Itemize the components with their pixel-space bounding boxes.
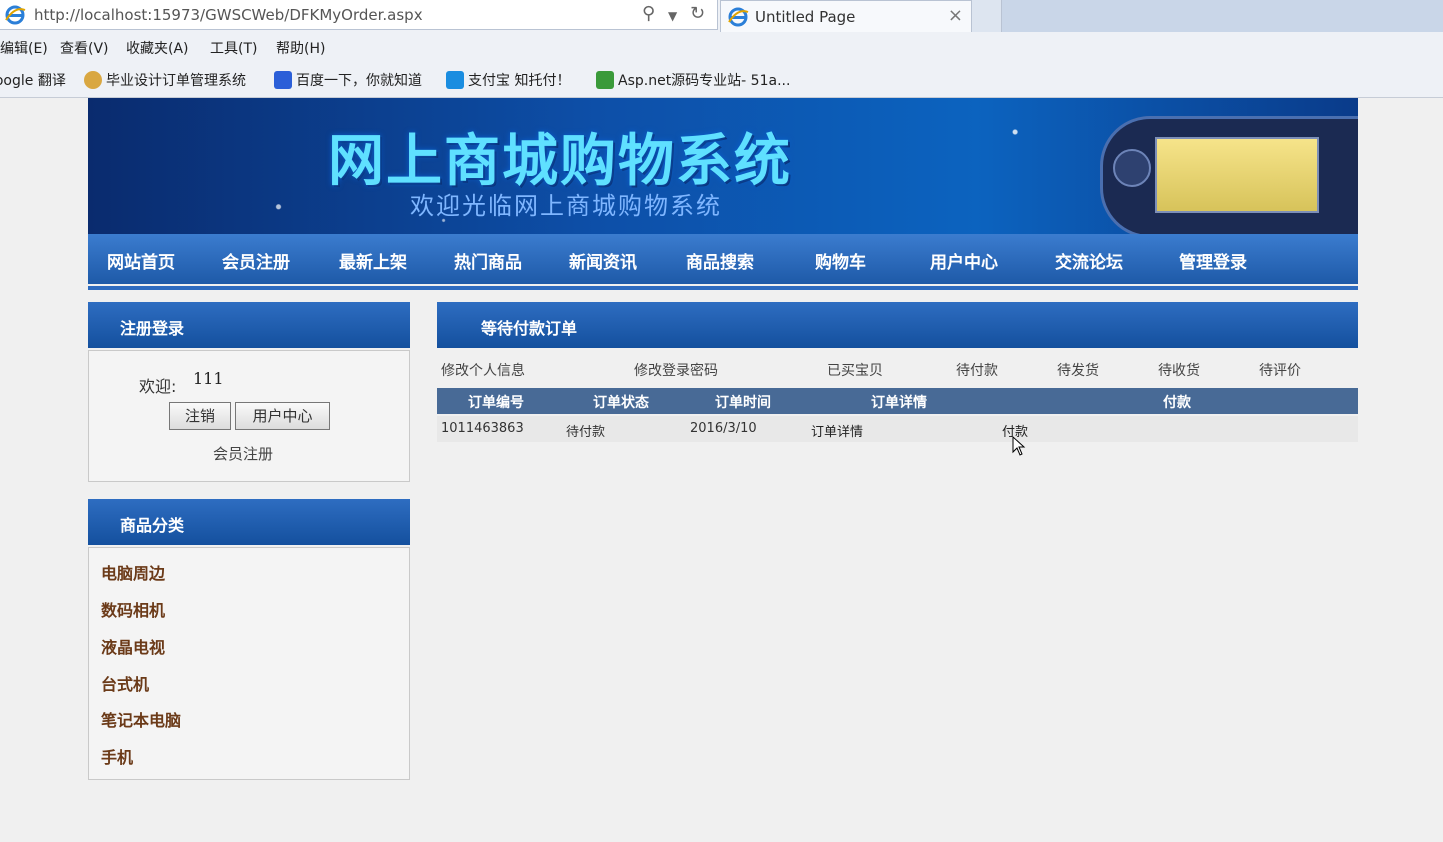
favorite-label: 毕业设计订单管理系统 bbox=[106, 73, 246, 89]
favorite-label: 支付宝 知托付！ bbox=[468, 73, 571, 89]
mouse-cursor-icon bbox=[1012, 436, 1026, 456]
menu-tools[interactable]: 工具(T) bbox=[210, 38, 257, 58]
subnav-pending-payment[interactable]: 待付款 bbox=[956, 360, 998, 380]
favorite-alipay[interactable]: 支付宝 知托付！ bbox=[446, 70, 570, 90]
menu-view[interactable]: 查看(V) bbox=[60, 38, 109, 58]
baidu-paw-icon bbox=[274, 71, 292, 89]
browser-tab[interactable]: Untitled Page × bbox=[720, 0, 972, 32]
category-item[interactable]: 台式机 bbox=[101, 671, 149, 695]
nav-register[interactable]: 会员注册 bbox=[222, 248, 290, 273]
order-status: 待付款 bbox=[566, 425, 606, 440]
search-icon[interactable]: ⚲ bbox=[642, 3, 655, 24]
favorite-aspnet[interactable]: Asp.net源码专业站- 51a... bbox=[596, 70, 790, 90]
login-panel: 欢迎: 111 注销 用户中心 会员注册 bbox=[88, 350, 410, 482]
user-subnav: 修改个人信息 修改登录密码 已买宝贝 待付款 待发货 待收货 待评价 bbox=[437, 354, 1358, 384]
address-bar[interactable]: http://localhost:15973/GWSCWeb/DFKMyOrde… bbox=[0, 0, 718, 30]
table-row: 1011463863 待付款 2016/3/10 订单详情 付款 bbox=[437, 416, 1358, 442]
favorite-baidu[interactable]: 百度一下，你就知道 bbox=[274, 70, 422, 90]
subnav-edit-profile[interactable]: 修改个人信息 bbox=[441, 360, 525, 380]
category-item[interactable]: 笔记本电脑 bbox=[101, 707, 181, 731]
menu-favorites[interactable]: 收藏夹(A) bbox=[126, 38, 189, 58]
welcome-label: 欢迎: bbox=[139, 377, 177, 396]
column-header: 订单状态 bbox=[593, 395, 649, 411]
login-heading: 注册登录 bbox=[120, 319, 185, 338]
order-time: 2016/3/10 bbox=[690, 421, 757, 436]
category-panel-header: 商品分类 bbox=[88, 499, 410, 545]
column-header: 订单时间 bbox=[715, 395, 771, 411]
order-detail-link[interactable]: 订单详情 bbox=[811, 421, 863, 440]
nav-admin-login[interactable]: 管理登录 bbox=[1179, 248, 1247, 273]
category-item[interactable]: 数码相机 bbox=[101, 597, 165, 621]
orders-panel-header: 等待付款订单 bbox=[437, 302, 1358, 348]
nav-underline bbox=[88, 286, 1358, 290]
ie-tab-icon bbox=[728, 7, 749, 27]
site-banner: 网上商城购物系统 欢迎光临网上商城购物系统 bbox=[88, 98, 1358, 234]
subnav-pending-review[interactable]: 待评价 bbox=[1259, 360, 1301, 380]
category-item[interactable]: 液晶电视 bbox=[101, 634, 165, 658]
browser-chrome: http://localhost:15973/GWSCWeb/DFKMyOrde… bbox=[0, 0, 1443, 98]
nav-user-center[interactable]: 用户中心 bbox=[930, 248, 998, 273]
favorite-label: Asp.net源码专业站- 51a... bbox=[618, 73, 791, 89]
favorite-order-system[interactable]: 毕业设计订单管理系统 bbox=[84, 70, 246, 90]
nav-news[interactable]: 新闻资讯 bbox=[569, 248, 637, 273]
order-id: 1011463863 bbox=[441, 421, 524, 436]
nav-home[interactable]: 网站首页 bbox=[107, 248, 175, 273]
category-heading: 商品分类 bbox=[120, 516, 185, 535]
favorite-label: 百度一下，你就知道 bbox=[296, 73, 422, 89]
ie-page-icon bbox=[84, 71, 102, 89]
ie-icon bbox=[5, 5, 26, 25]
subnav-pending-shipment[interactable]: 待发货 bbox=[1057, 360, 1099, 380]
order-table-header: 订单编号 订单状态 订单时间 订单详情 付款 bbox=[437, 388, 1358, 414]
site-title: 网上商城购物系统 bbox=[328, 128, 792, 194]
game-console-image bbox=[1100, 116, 1358, 234]
tab-title: Untitled Page bbox=[755, 8, 856, 26]
site-icon bbox=[596, 71, 614, 89]
subnav-pending-receipt[interactable]: 待收货 bbox=[1158, 360, 1200, 380]
category-item[interactable]: 手机 bbox=[101, 744, 133, 768]
favorite-google-translate[interactable]: Google 翻译 bbox=[0, 70, 66, 90]
main-nav: 网站首页 会员注册 最新上架 热门商品 新闻资讯 商品搜索 购物车 用户中心 交… bbox=[88, 234, 1358, 284]
nav-forum[interactable]: 交流论坛 bbox=[1055, 248, 1123, 273]
user-center-button[interactable]: 用户中心 bbox=[235, 402, 330, 430]
alipay-icon bbox=[446, 71, 464, 89]
favorite-label: Google 翻译 bbox=[0, 73, 66, 89]
site-subtitle: 欢迎光临网上商城购物系统 bbox=[410, 192, 722, 220]
url-text[interactable]: http://localhost:15973/GWSCWeb/DFKMyOrde… bbox=[34, 6, 423, 24]
orders-heading: 等待付款订单 bbox=[481, 319, 578, 338]
chevron-down-icon[interactable]: ▼ bbox=[668, 9, 677, 23]
console-screen bbox=[1155, 137, 1319, 213]
refresh-icon[interactable]: ↻ bbox=[690, 3, 705, 24]
new-tab-button[interactable] bbox=[972, 0, 1002, 32]
menu-edit[interactable]: 编辑(E) bbox=[0, 38, 48, 58]
subnav-purchased[interactable]: 已买宝贝 bbox=[827, 360, 883, 380]
tab-strip bbox=[1002, 0, 1443, 32]
login-panel-header: 注册登录 bbox=[88, 302, 410, 348]
nav-cart[interactable]: 购物车 bbox=[815, 248, 866, 273]
column-header: 订单编号 bbox=[468, 395, 524, 411]
nav-hot-products[interactable]: 热门商品 bbox=[454, 248, 522, 273]
category-panel: 电脑周边 数码相机 液晶电视 台式机 笔记本电脑 手机 bbox=[88, 547, 410, 780]
close-icon[interactable]: × bbox=[948, 5, 963, 26]
register-link[interactable]: 会员注册 bbox=[213, 443, 273, 464]
username: 111 bbox=[193, 369, 224, 388]
column-header: 订单详情 bbox=[871, 395, 927, 411]
nav-search[interactable]: 商品搜索 bbox=[686, 248, 754, 273]
category-item[interactable]: 电脑周边 bbox=[101, 560, 165, 584]
logout-button[interactable]: 注销 bbox=[169, 402, 231, 430]
subnav-change-password[interactable]: 修改登录密码 bbox=[634, 360, 718, 380]
column-header: 付款 bbox=[1163, 395, 1191, 411]
nav-new-arrivals[interactable]: 最新上架 bbox=[339, 248, 407, 273]
console-dpad bbox=[1113, 149, 1151, 187]
menu-help[interactable]: 帮助(H) bbox=[276, 38, 325, 58]
